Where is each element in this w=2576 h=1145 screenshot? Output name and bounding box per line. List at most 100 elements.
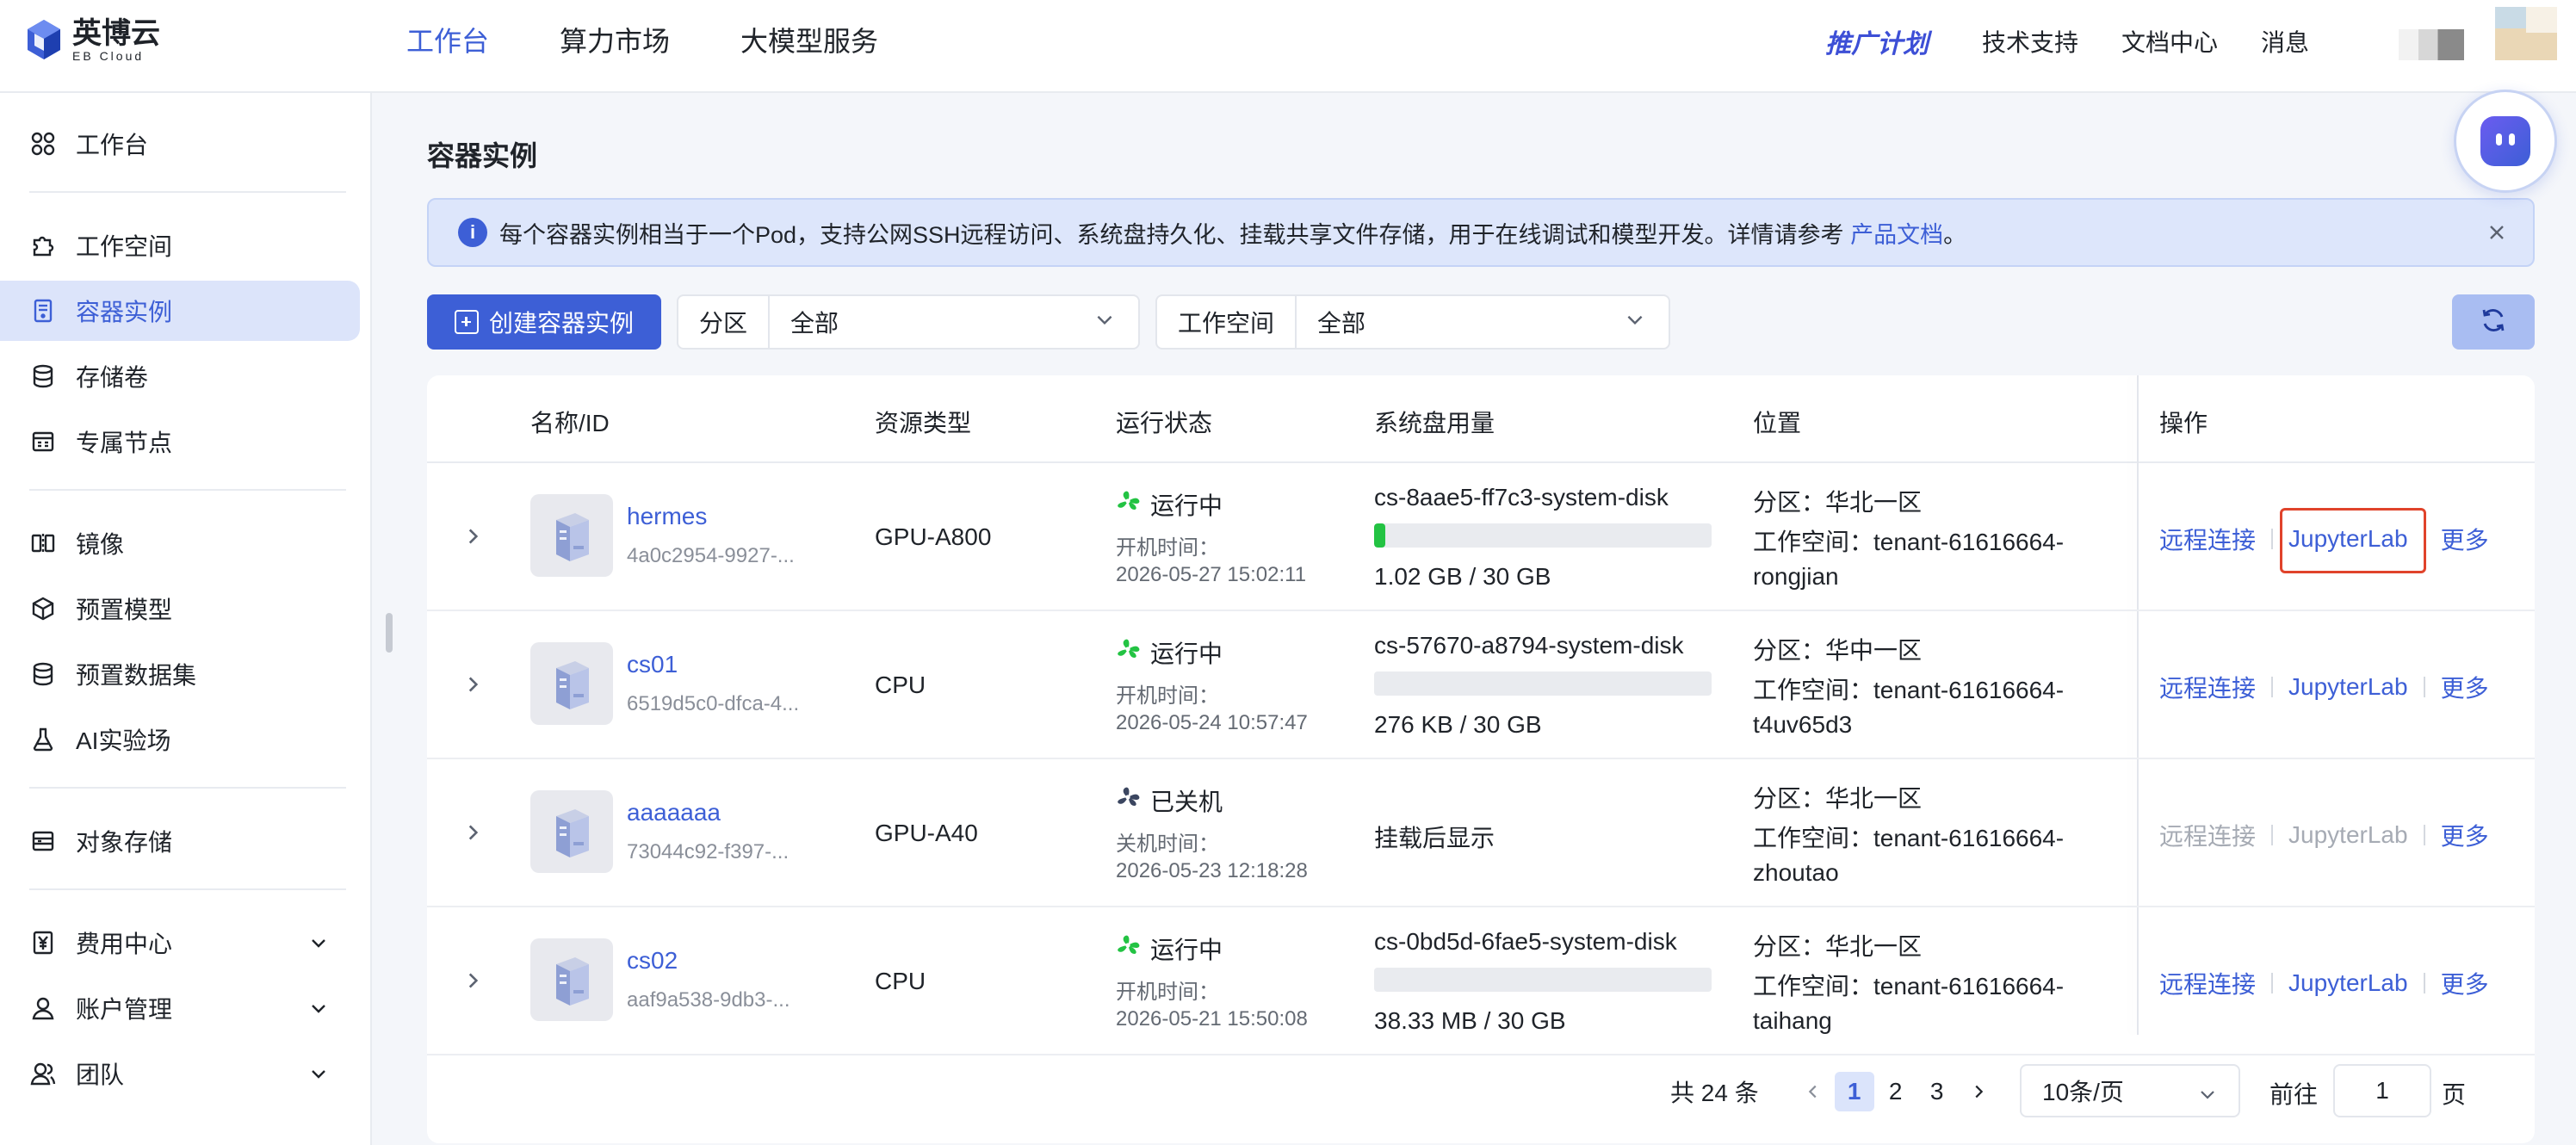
next-page-icon[interactable]	[1959, 1072, 1998, 1111]
column-header-resource: 资源类型	[875, 410, 972, 436]
remote-connect-link[interactable]: 远程连接	[2159, 522, 2256, 556]
action-separator	[2271, 677, 2274, 697]
grid-icon	[29, 130, 57, 158]
goto-page-input[interactable]	[2333, 1064, 2431, 1117]
page-size-value: 10条/页	[2042, 1079, 2124, 1105]
more-actions-link[interactable]: 更多	[2441, 818, 2489, 852]
promo-link[interactable]: 推广计划	[1825, 22, 1929, 60]
product-docs-link[interactable]: 产品文档	[1850, 216, 1943, 250]
sidebar-item-workspace[interactable]: 工作空间	[0, 215, 360, 275]
notice-text: 每个容器实例相当于一个Pod，支持公网SSH远程访问、系统盘持久化、挂载共享文件…	[499, 221, 1844, 248]
status-text: 运行中	[1150, 937, 1223, 963]
sidebar-item-workbench[interactable]: 工作台	[0, 114, 360, 174]
user-icon	[29, 994, 57, 1022]
running-fan-icon	[1116, 489, 1140, 513]
instance-name-link[interactable]: hermes	[627, 503, 707, 530]
more-actions-link[interactable]: 更多	[2441, 966, 2489, 1000]
expand-row-icon[interactable]	[461, 673, 484, 696]
expand-row-icon[interactable]	[461, 525, 484, 548]
refresh-icon	[2479, 306, 2508, 339]
resource-type: GPU-A40	[875, 820, 978, 846]
workspace-filter[interactable]: 工作空间 全部	[1155, 294, 1670, 350]
zone-text: 分区：华北一区	[1753, 785, 1923, 812]
page-2[interactable]: 2	[1876, 1072, 1916, 1111]
user-name-masked[interactable]	[2399, 29, 2464, 60]
remote-connect-link[interactable]: 远程连接	[2159, 818, 2256, 852]
sidebar-item-object-storage[interactable]: 对象存储	[0, 811, 360, 871]
brand-logo[interactable]: 英博云 EB Cloud	[26, 17, 160, 62]
row-actions: 远程连接 JupyterLab 更多	[2159, 818, 2489, 852]
tech-support-link[interactable]: 技术支持	[1982, 24, 2078, 59]
chevron-down-icon	[308, 1062, 329, 1090]
remote-connect-link[interactable]: 远程连接	[2159, 966, 2256, 1000]
goto-label: 前往	[2269, 1081, 2319, 1108]
brand-name-en: EB Cloud	[72, 49, 145, 63]
system-disk-name: cs-0bd5d-6fae5-system-disk	[1374, 928, 1677, 955]
close-icon[interactable]	[2483, 219, 2511, 246]
jupyterlab-link[interactable]: JupyterLab	[2288, 969, 2408, 997]
sidebar-collapse-handle[interactable]	[386, 613, 393, 653]
running-fan-icon	[1116, 637, 1140, 661]
robot-icon	[2480, 116, 2530, 166]
instance-name-link[interactable]: aaaaaaa	[627, 799, 721, 826]
jupyterlab-link[interactable]: JupyterLab	[2288, 821, 2408, 849]
resource-type: CPU	[875, 672, 926, 698]
create-container-button[interactable]: 创建容器实例	[427, 294, 661, 350]
sidebar-item-dedicated-node[interactable]: 专属节点	[0, 412, 360, 472]
mirror-icon	[29, 529, 57, 557]
zone-text: 分区：华北一区	[1753, 933, 1923, 960]
container-icon	[29, 297, 57, 325]
sidebar-item-preset-dataset[interactable]: 预置数据集	[0, 644, 360, 704]
server-icon	[530, 642, 613, 725]
cube-icon	[29, 595, 57, 622]
disk-usage-text: 276 KB / 30 GB	[1374, 711, 1542, 738]
expand-row-icon[interactable]	[461, 969, 484, 992]
top-nav-workbench[interactable]: 工作台	[406, 22, 489, 60]
expand-row-icon[interactable]	[461, 821, 484, 844]
page-3[interactable]: 3	[1917, 1072, 1957, 1111]
disk-usage-text: 38.33 MB / 30 GB	[1374, 1007, 1566, 1034]
action-separator	[2423, 973, 2425, 993]
instance-table: 名称/ID 资源类型 运行状态 系统盘用量 位置 操作 hermes 4a0c29…	[427, 375, 2535, 1143]
row-actions: 远程连接 JupyterLab 更多	[2159, 670, 2489, 704]
dataset-icon	[29, 660, 57, 688]
column-header-actions: 操作	[2159, 410, 2208, 436]
refresh-button[interactable]	[2452, 294, 2535, 350]
zone-text: 分区：华中一区	[1753, 637, 1923, 664]
sidebar-item-billing[interactable]: 费用中心	[0, 913, 360, 973]
docs-center-link[interactable]: 文档中心	[2121, 24, 2218, 59]
page-size-select[interactable]: 10条/页	[2020, 1064, 2240, 1117]
create-button-label: 创建容器实例	[488, 310, 634, 337]
remote-connect-link[interactable]: 远程连接	[2159, 670, 2256, 704]
more-actions-link[interactable]: 更多	[2441, 670, 2489, 704]
messages-link[interactable]: 消息	[2261, 24, 2309, 59]
table-header: 名称/ID 资源类型 运行状态 系统盘用量 位置 操作	[427, 375, 2535, 463]
yen-icon	[29, 929, 57, 956]
sidebar-item-container-instance[interactable]: 容器实例	[0, 281, 360, 341]
more-actions-link[interactable]: 更多	[2441, 522, 2489, 556]
bucket-icon	[29, 827, 57, 855]
zone-filter[interactable]: 分区 全部	[677, 294, 1140, 350]
prev-page-icon[interactable]	[1793, 1072, 1833, 1111]
sidebar-item-team[interactable]: 团队	[0, 1043, 360, 1104]
instance-name-link[interactable]: cs02	[627, 947, 678, 975]
workspace-filter-value[interactable]: 全部	[1297, 305, 1624, 339]
sidebar-item-label: 工作台	[76, 132, 149, 158]
instance-name-link[interactable]: cs01	[627, 651, 678, 678]
zone-filter-value[interactable]: 全部	[770, 305, 1093, 339]
sidebar-item-preset-model[interactable]: 预置模型	[0, 579, 360, 639]
sidebar-item-image[interactable]: 镜像	[0, 513, 360, 573]
ai-assistant-button[interactable]	[2454, 90, 2557, 193]
avatar[interactable]	[2495, 7, 2557, 60]
sidebar-item-account[interactable]: 账户管理	[0, 978, 360, 1038]
status-time: 2026-05-24 10:57:47	[1116, 711, 1308, 734]
top-nav-compute-market[interactable]: 算力市场	[560, 22, 670, 60]
sidebar-item-ai-lab[interactable]: AI实验场	[0, 709, 360, 770]
column-header-name: 名称/ID	[530, 410, 610, 436]
jupyterlab-link[interactable]: JupyterLab	[2288, 673, 2408, 701]
page-1[interactable]: 1	[1834, 1072, 1874, 1111]
info-notice: i 每个容器实例相当于一个Pod，支持公网SSH远程访问、系统盘持久化、挂载共享…	[427, 198, 2535, 267]
sidebar-item-storage-volume[interactable]: 存储卷	[0, 346, 360, 406]
notice-suffix: 。	[1943, 221, 1967, 248]
top-nav-llm-service[interactable]: 大模型服务	[740, 22, 878, 60]
